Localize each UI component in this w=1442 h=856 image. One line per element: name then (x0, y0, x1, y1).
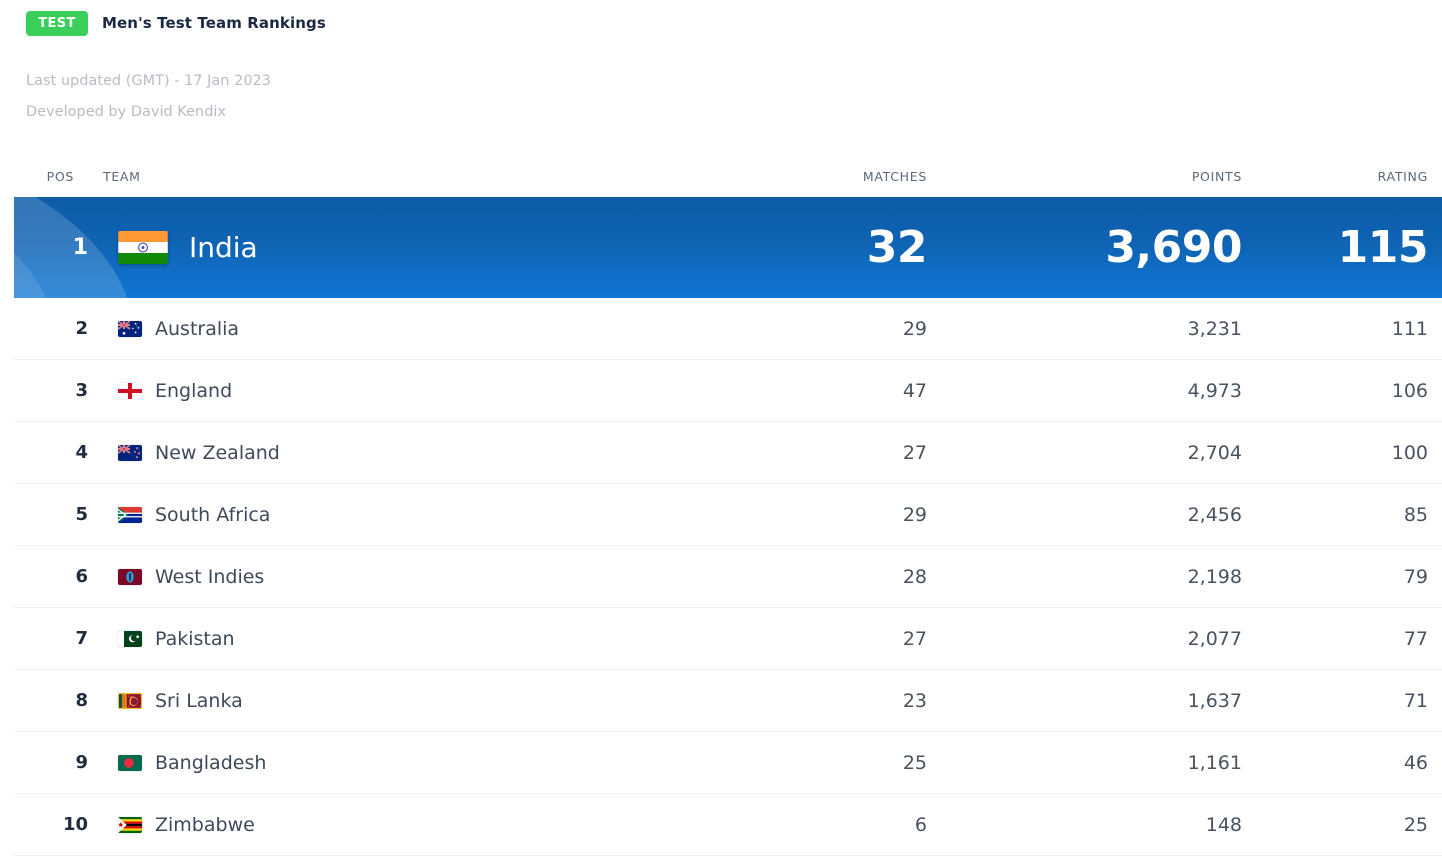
cell-matches: 29 (902, 503, 927, 526)
cell-points: 3,690 (1105, 222, 1242, 273)
team-name: Australia (155, 317, 240, 340)
cell-team: Pakistan (96, 628, 647, 650)
flag-australia-icon (118, 320, 142, 337)
team-name: Zimbabwe (155, 813, 255, 836)
cell-matches: 28 (902, 565, 927, 588)
cell-team: South Africa (96, 504, 647, 526)
cell-rating: 115 (1337, 222, 1429, 273)
cell-points: 1,161 (1187, 751, 1242, 774)
cell-points: 4,973 (1187, 379, 1242, 402)
cell-points: 148 (1205, 813, 1242, 836)
cell-rating: 106 (1391, 379, 1428, 402)
team-name: South Africa (155, 503, 271, 526)
cell-matches: 27 (902, 441, 927, 464)
cell-team: India (96, 231, 647, 264)
team-name: Sri Lanka (155, 689, 243, 712)
cell-matches: 25 (902, 751, 927, 774)
table-row[interactable]: 4 New Zealand 27 2,704 100 (14, 422, 1442, 484)
cell-matches: 47 (902, 379, 927, 402)
cell-points: 2,077 (1187, 627, 1242, 650)
cell-team: Australia (96, 318, 647, 340)
page-header: TEST Men's Test Team Rankings Last updat… (0, 0, 1442, 128)
cell-rating: 100 (1391, 441, 1428, 464)
table-row[interactable]: 5 South Africa 29 2,456 85 (14, 484, 1442, 546)
cell-team: Zimbabwe (96, 814, 647, 836)
cell-position: 1 (72, 235, 88, 260)
column-header-pos: POS (46, 168, 74, 184)
cell-points: 1,637 (1187, 689, 1242, 712)
rankings-table: POS TEAM MATCHES POINTS RATING 1 India 32 3… (0, 155, 1442, 856)
developed-by-text: Developed by David Kendix (26, 104, 227, 120)
cell-position: 2 (75, 318, 88, 339)
table-row[interactable]: 8 Sri Lanka 23 1,637 71 (14, 670, 1442, 732)
cell-rating: 46 (1403, 751, 1428, 774)
cell-team: England (96, 380, 647, 402)
cell-rating: 85 (1403, 503, 1428, 526)
flag-zimbabwe-icon (118, 816, 142, 833)
cell-position: 5 (75, 504, 88, 525)
format-badge: TEST (26, 10, 88, 36)
flag-west-indies-icon (118, 568, 142, 585)
cell-rating: 25 (1403, 813, 1428, 836)
team-name: West Indies (155, 565, 265, 588)
flag-england-icon (118, 382, 142, 399)
rankings-rows: 1 India 32 3,690 115 2 Australia 29 3,231 111 3 Eng… (0, 197, 1442, 856)
cell-position: 10 (62, 814, 88, 835)
flag-sri-lanka-icon (118, 692, 142, 709)
table-row[interactable]: 3 England 47 4,973 106 (14, 360, 1442, 422)
cell-rating: 77 (1403, 627, 1428, 650)
cell-rating: 111 (1391, 317, 1428, 340)
column-header-rating: RATING (1377, 168, 1428, 184)
column-header-team: TEAM (103, 168, 141, 184)
table-row[interactable]: 2 Australia 29 3,231 111 (14, 298, 1442, 360)
cell-position: 6 (75, 566, 88, 587)
cell-points: 2,456 (1187, 503, 1242, 526)
cell-position: 3 (75, 380, 88, 401)
flag-pakistan-icon (118, 630, 142, 647)
cell-matches: 27 (902, 627, 927, 650)
cell-rating: 71 (1403, 689, 1428, 712)
column-header-matches: MATCHES (862, 168, 927, 184)
table-row[interactable]: 10 Zimbabwe 6 148 25 (14, 794, 1442, 856)
cell-points: 3,231 (1187, 317, 1242, 340)
flag-new-zealand-icon (118, 444, 142, 461)
cell-team: West Indies (96, 566, 647, 588)
cell-matches: 32 (866, 222, 928, 273)
table-header-row: POS TEAM MATCHES POINTS RATING (0, 155, 1442, 197)
last-updated-text: Last updated (GMT) - 17 Jan 2023 (26, 73, 272, 89)
team-name: New Zealand (155, 441, 280, 464)
column-header-points: POINTS (1191, 168, 1242, 184)
flag-bangladesh-icon (118, 754, 142, 771)
cell-position: 7 (75, 628, 88, 649)
flag-south-africa-icon (118, 506, 142, 523)
cell-team: Sri Lanka (96, 690, 647, 712)
cell-position: 9 (75, 752, 88, 773)
team-name: England (155, 379, 233, 402)
table-row[interactable]: 9 Bangladesh 25 1,161 46 (14, 732, 1442, 794)
title-row: TEST Men's Test Team Rankings (26, 10, 1442, 36)
team-name: India (189, 231, 258, 264)
flag-india-icon (118, 231, 168, 264)
cell-matches: 29 (902, 317, 927, 340)
table-row-leader[interactable]: 1 India 32 3,690 115 (14, 197, 1442, 298)
page-title: Men's Test Team Rankings (102, 14, 326, 32)
table-row[interactable]: 6 West Indies 28 2,198 79 (14, 546, 1442, 608)
cell-matches: 6 (914, 813, 927, 836)
table-row[interactable]: 7 Pakistan 27 2,077 77 (14, 608, 1442, 670)
team-name: Pakistan (155, 627, 235, 650)
team-name: Bangladesh (155, 751, 267, 774)
cell-matches: 23 (902, 689, 927, 712)
cell-team: New Zealand (96, 442, 647, 464)
cell-team: Bangladesh (96, 752, 647, 774)
cell-points: 2,704 (1187, 441, 1242, 464)
cell-points: 2,198 (1187, 565, 1242, 588)
meta-block: Last updated (GMT) - 17 Jan 2023 Develop… (26, 66, 1442, 128)
cell-rating: 79 (1403, 565, 1428, 588)
cell-position: 4 (75, 442, 88, 463)
cell-position: 8 (75, 690, 88, 711)
